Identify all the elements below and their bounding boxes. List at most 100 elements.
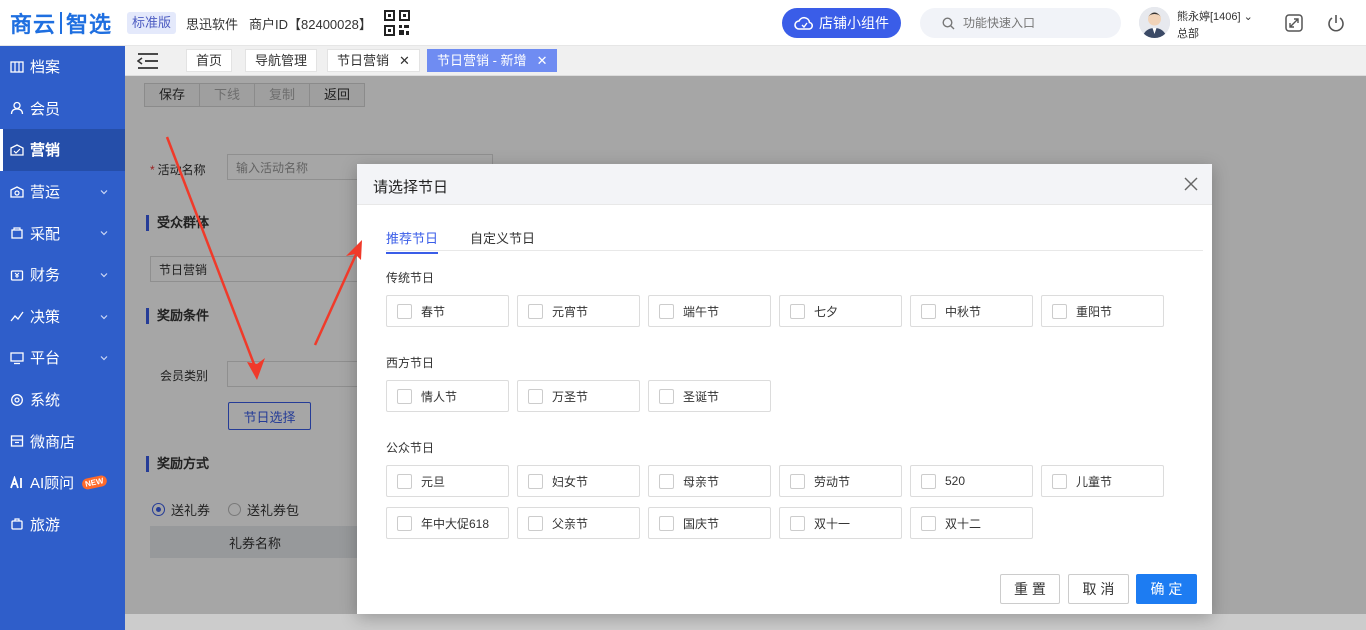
sidebar-item-ai[interactable]: AI顾问 NEW (0, 462, 125, 504)
checkbox[interactable] (1052, 473, 1067, 489)
checkbox[interactable] (659, 388, 674, 404)
checkbox[interactable] (397, 303, 412, 319)
holiday-option[interactable]: 重阳节 (1041, 295, 1164, 327)
menu-collapse-icon[interactable] (137, 52, 159, 70)
holiday-option[interactable]: 520 (910, 465, 1033, 497)
checkbox[interactable] (528, 303, 543, 319)
close-icon[interactable]: ✕ (537, 50, 548, 72)
checkbox[interactable] (790, 473, 805, 489)
holiday-option-label: 中秋节 (945, 304, 982, 319)
tab-recommended-holidays[interactable]: 推荐节日 (386, 228, 439, 254)
avatar[interactable] (1139, 7, 1170, 38)
holiday-option-label: 元旦 (421, 474, 446, 489)
holiday-option[interactable]: 元宵节 (517, 295, 640, 327)
sidebar-item-member[interactable]: 会员 (0, 88, 125, 130)
purchase-icon (11, 227, 23, 239)
checkbox[interactable] (397, 473, 412, 489)
modal-overlay-bottom (125, 614, 1366, 630)
user-dept: 总部 (1177, 28, 1199, 40)
sidebar-item-label: 营运 (30, 184, 61, 202)
holiday-option-label: 双十一 (814, 516, 851, 531)
marketing-icon (10, 144, 24, 156)
sidebar-item-purchase[interactable]: 采配 (0, 212, 125, 254)
reset-button[interactable]: 重 置 (1000, 574, 1060, 604)
tab-nav-manage[interactable]: 导航管理 (245, 49, 318, 72)
sidebar-item-shop[interactable]: 微商店 (0, 420, 125, 462)
cloud-icon (794, 16, 813, 30)
holiday-option[interactable]: 年中大促618 (386, 507, 509, 539)
platform-icon (10, 352, 24, 365)
holiday-option[interactable]: 父亲节 (517, 507, 640, 539)
close-icon[interactable] (1184, 177, 1198, 191)
cancel-button[interactable]: 取 消 (1068, 574, 1129, 604)
holiday-option[interactable]: 七夕 (779, 295, 902, 327)
confirm-button[interactable]: 确 定 (1136, 574, 1197, 604)
tab-custom-holidays[interactable]: 自定义节日 (470, 228, 535, 247)
tab-holiday-marketing-new[interactable]: 节日营销 - 新增 ✕ (427, 49, 558, 72)
tab-holiday-marketing[interactable]: 节日营销 ✕ (327, 49, 420, 72)
holiday-option-label: 520 (945, 474, 966, 488)
decision-icon (10, 311, 24, 322)
sidebar-item-label: 采配 (30, 225, 61, 243)
power-icon[interactable] (1326, 13, 1346, 33)
logo[interactable]: 商云 智选 (10, 9, 112, 37)
holiday-option[interactable]: 中秋节 (910, 295, 1033, 327)
checkbox[interactable] (659, 515, 674, 531)
close-icon[interactable]: ✕ (399, 50, 410, 72)
qr-code-icon[interactable] (384, 10, 410, 36)
holiday-option[interactable]: 儿童节 (1041, 465, 1164, 497)
holiday-option-label: 春节 (421, 304, 446, 319)
holiday-option[interactable]: 情人节 (386, 380, 509, 412)
sidebar-item-system[interactable]: 系统 (0, 379, 125, 421)
checkbox[interactable] (397, 388, 412, 404)
holiday-option[interactable]: 圣诞节 (648, 380, 771, 412)
holiday-option[interactable]: 双十一 (779, 507, 902, 539)
shop-widget-button[interactable]: 店铺小组件 (782, 8, 901, 38)
checkbox[interactable] (790, 515, 805, 531)
dialog-title: 请选择节日 (373, 179, 449, 196)
user-name[interactable]: 熊永婷[1406] ⌄ (1177, 8, 1253, 24)
holiday-option[interactable]: 元旦 (386, 465, 509, 497)
logo-separator (60, 12, 63, 34)
checkbox[interactable] (659, 473, 674, 489)
sidebar-item-label: 决策 (30, 308, 61, 326)
checkbox[interactable] (528, 515, 543, 531)
sidebar: 档案 会员 营销 营运 采配 财务 决策 平台 系统 微商店 AI顾问 NEW … (0, 46, 125, 630)
holiday-option-label: 母亲节 (683, 474, 720, 489)
holiday-option[interactable]: 双十二 (910, 507, 1033, 539)
checkbox[interactable] (921, 515, 936, 531)
holiday-option[interactable]: 国庆节 (648, 507, 771, 539)
holiday-option[interactable]: 妇女节 (517, 465, 640, 497)
checkbox[interactable] (1052, 303, 1067, 319)
checkbox[interactable] (921, 473, 936, 489)
holiday-option-label: 劳动节 (814, 474, 851, 489)
checkbox[interactable] (528, 473, 543, 489)
checkbox[interactable] (659, 303, 674, 319)
sidebar-item-decision[interactable]: 决策 (0, 296, 125, 338)
sidebar-item-finance[interactable]: 财务 (0, 254, 125, 296)
shop-widget-label: 店铺小组件 (819, 15, 889, 31)
tab-home[interactable]: 首页 (186, 49, 233, 72)
finance-icon (10, 270, 24, 281)
sidebar-item-marketing[interactable]: 营销 (0, 129, 125, 171)
sidebar-item-label: 微商店 (30, 433, 76, 451)
sidebar-item-travel[interactable]: 旅游 (0, 504, 125, 546)
checkbox[interactable] (397, 515, 412, 531)
checkbox[interactable] (790, 303, 805, 319)
checkbox[interactable] (528, 388, 543, 404)
search-input[interactable] (963, 16, 1103, 30)
sidebar-item-label: AI顾问 (30, 475, 75, 493)
holiday-option[interactable]: 春节 (386, 295, 509, 327)
holiday-option[interactable]: 端午节 (648, 295, 771, 327)
chevron-down-icon (99, 350, 109, 367)
checkbox[interactable] (921, 303, 936, 319)
company-name: 思迅软件 (186, 17, 239, 32)
holiday-option[interactable]: 万圣节 (517, 380, 640, 412)
sidebar-item-platform[interactable]: 平台 (0, 337, 125, 379)
sidebar-item-operation[interactable]: 营运 (0, 171, 125, 213)
sidebar-item-archive[interactable]: 档案 (0, 46, 125, 88)
expand-icon[interactable] (1284, 13, 1304, 33)
quick-search[interactable] (920, 8, 1121, 38)
holiday-option[interactable]: 母亲节 (648, 465, 771, 497)
holiday-option[interactable]: 劳动节 (779, 465, 902, 497)
